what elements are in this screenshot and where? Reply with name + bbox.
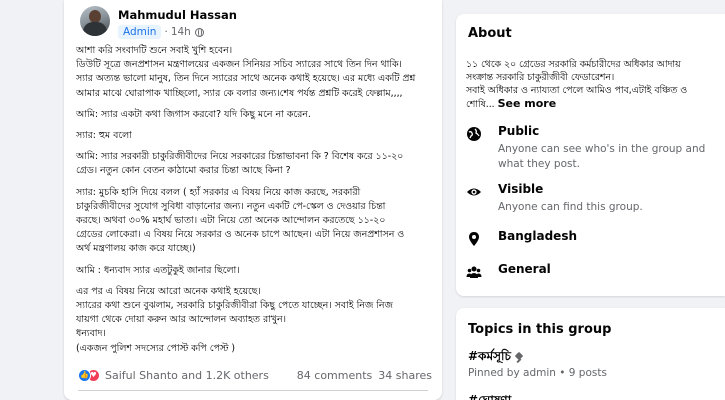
footer-divider (78, 390, 428, 391)
about-item-general: General (466, 262, 721, 282)
post-header: Mahmudul Hassan Admin · 14h (80, 6, 420, 40)
about-desc-last-line: শোষি... See more (466, 97, 718, 111)
about-desc-line: শোষি... (466, 99, 498, 110)
post-meta: Admin · 14h (118, 24, 204, 40)
globe-icon (467, 127, 481, 141)
post-paragraph: এর পর এ বিষয় নিয়ে আরো অনেক কথাই হয়েছে… (76, 285, 432, 356)
pin-icon (515, 353, 523, 363)
about-desc-line: সংক্রান্ত সরকারি চাকুরীজীবী ফেডারেশন। (466, 72, 615, 83)
avatar-body (83, 22, 107, 36)
post-text-line: স্যার: মুচকি হাসি দিয়ে বলল ( হ্যাঁ সরকা… (76, 186, 361, 198)
topic-link[interactable]: #কর্মসূচি (468, 348, 523, 368)
meta-separator: · (164, 26, 168, 38)
group-icon (466, 266, 482, 278)
about-title: About (468, 26, 512, 41)
location-pin-icon (469, 232, 479, 246)
topic-link[interactable]: #ঘোষণা (468, 392, 511, 400)
about-desc-line: ১১ থেকে ২০ গ্রেডের সরকারি কর্মচারীদের অধ… (466, 59, 681, 70)
post-text-line: অর্থ মন্ত্রণালয় কাজ করে যাচ্ছে।) (76, 243, 196, 255)
about-item-sub: Anyone can see who's in the group and wh… (498, 143, 706, 170)
post-paragraph: আমি: স্যার একটা কথা জিগাস করবো? যদি কিছু… (76, 108, 432, 122)
avatar[interactable] (80, 6, 110, 36)
about-item-label: Public (498, 124, 540, 138)
post-text-line: করছে। অথবা ৩০% মহার্ঘ ভাতা। এটা নিয়ে তো… (76, 215, 386, 227)
post-paragraph: আশা করি সংবাদটি শুনে সবাই খুশি হবেন। ডিউট… (76, 44, 432, 101)
about-item-label: Visible (498, 182, 544, 196)
globe-icon (194, 27, 204, 37)
admin-badge: Admin (118, 25, 162, 39)
post-text-line: আশা করি সংবাদটি শুনে সবাই খুশি হবেন। (76, 45, 233, 56)
shares-count[interactable]: 34 shares (378, 369, 432, 382)
post-paragraph: আমি : ধন্যবাদ স্যার এতটুকুই জানার ছিলো। (76, 264, 432, 278)
post-footer: 👍 ♥ Saiful Shanto and 1.2K others 84 com… (78, 364, 432, 386)
topic-meta: Pinned by admin • 9 posts (468, 367, 607, 379)
about-desc-line: সবাই অধিকার ও ন্যায্যতা পেলে আমিও পাব,এট… (466, 85, 688, 96)
post-text-line: এর পর এ বিষয় নিয়ে আরো অনেক কথাই হয়েছে… (76, 285, 261, 297)
comments-count[interactable]: 84 comments (297, 369, 373, 382)
post-text-line: যায়গা থেকে দোয়া করুন আর আন্দোলন অব্যাহ… (76, 314, 286, 326)
about-description: ১১ থেকে ২০ গ্রেডের সরকারি কর্মচারীদের অধ… (466, 58, 718, 111)
post-text-line: চাকুরিজীবীদের সুযোগ সুবিধা বাড়ানোর জন্য… (76, 200, 386, 212)
post-text-line: (একজন পুলিশ সদস্যের পোস্ট কপি পেস্ট ) (76, 342, 236, 354)
about-item-location: Bangladesh (466, 229, 721, 249)
post-text-line: আমার মাঝে ঘোরাপাক খাচ্ছিলো, স্যার কে বলা… (76, 87, 403, 99)
post-text-line: স্যার অত্যন্ত ভালো মানুষ, তিন দিনে স্যার… (76, 73, 416, 85)
post-card: Mahmudul Hassan Admin · 14h আশা করি সংবা… (64, 0, 442, 400)
post-text-line: আমি: স্যার সরকারী চাকুরিজীবীদের নিয়ে সর… (76, 151, 404, 163)
topics-title: Topics in this group (468, 322, 612, 337)
post-time[interactable]: 14h (171, 26, 191, 38)
engagement-counts: 84 comments 34 shares (297, 369, 432, 382)
about-item-label: General (498, 262, 551, 276)
post-text-line: স্যার: হুম বলো (76, 130, 132, 142)
post-paragraph: স্যার: মুচকি হাসি দিয়ে বলল ( হ্যাঁ সরকা… (76, 186, 432, 257)
post-text-line: স্যারের কথা শুনে বুঝলাম, সরকারি চাকুরিজী… (76, 300, 393, 312)
about-item-label: Bangladesh (498, 229, 578, 243)
eye-icon (467, 188, 481, 196)
about-card: About ১১ থেকে ২০ গ্রেডের সরকারি কর্মচারী… (456, 14, 725, 296)
reactors-text[interactable]: Saiful Shanto and 1.2K others (105, 369, 269, 382)
post-text-line: আমি: স্যার একটা কথা জিগাস করবো? যদি কিছু… (76, 108, 311, 120)
post-paragraph: স্যার: হুম বলো (76, 129, 432, 143)
about-item-sub: Anyone can find this group. (498, 201, 643, 213)
post-text-line: ধন্যবাদ। (76, 328, 106, 340)
about-item-visible: Visible Anyone can find this group. (466, 182, 721, 218)
post-body: আশা করি সংবাদটি শুনে সবাই খুশি হবেন। ডিউট… (76, 44, 432, 363)
post-text-line: আমি : ধন্যবাদ স্যার এতটুকুই জানার ছিলো। (76, 264, 240, 276)
topic-name: #কর্মসূচি (468, 349, 511, 363)
about-item-public: Public Anyone can see who's in the group… (466, 124, 721, 174)
see-more-link[interactable]: See more (498, 97, 557, 110)
like-icon: 👍 (78, 368, 91, 382)
post-author[interactable]: Mahmudul Hassan (118, 8, 237, 22)
post-text-line: ডিউটি সূত্রে জনপ্রশাসন মন্ত্রণালয়ের একজ… (76, 59, 402, 71)
post-text-line: গ্রেড। নতুন কোন বেতন কাঠামো করার চিন্তা … (76, 165, 291, 177)
topics-card: Topics in this group #কর্মসূচি Pinned by… (456, 308, 725, 400)
post-text-line: গ্রেডের লোকেরা। এ বিষয় নিয়ে সরকার ও অন… (76, 229, 405, 241)
reaction-icons[interactable]: 👍 ♥ (78, 368, 100, 382)
post-paragraph: আমি: স্যার সরকারী চাকুরিজীবীদের নিয়ে সর… (76, 150, 432, 178)
